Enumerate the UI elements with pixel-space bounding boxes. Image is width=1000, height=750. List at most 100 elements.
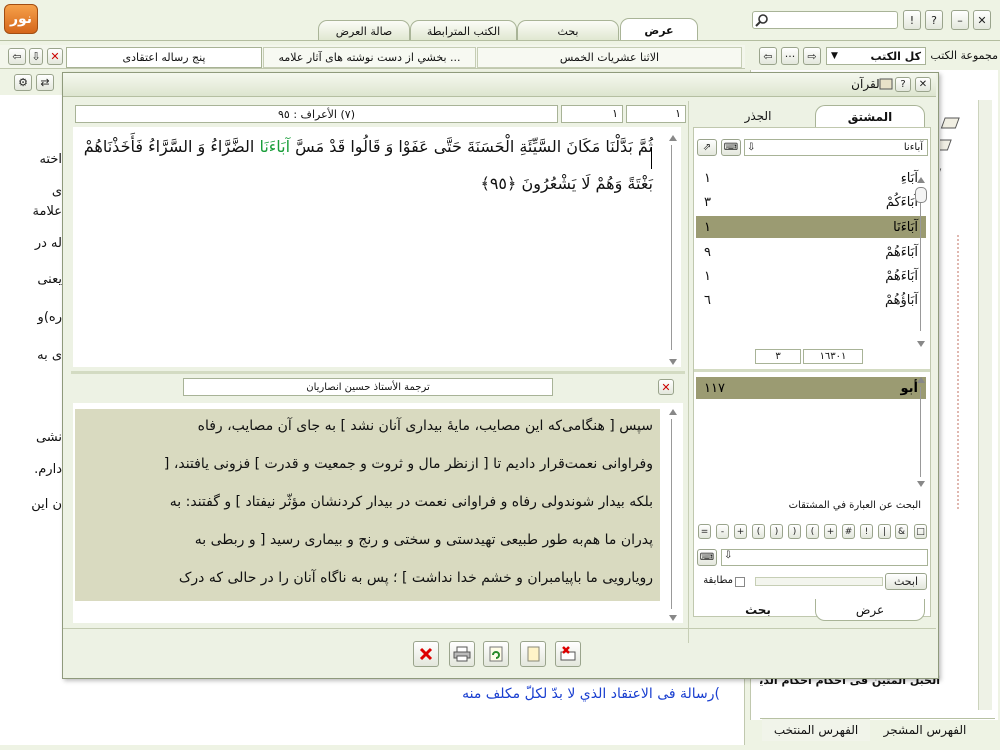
- root-list-scrollbar[interactable]: [915, 377, 927, 487]
- verse-scrollbar[interactable]: [666, 135, 678, 365]
- tab-search[interactable]: بحث: [517, 20, 619, 41]
- close-translation-button[interactable]: ✕: [658, 379, 674, 395]
- word-list-item[interactable]: آبَاءِ ١: [696, 167, 926, 189]
- tab-display[interactable]: عرض: [620, 18, 698, 41]
- doc-line: ی: [51, 184, 62, 199]
- op-hash[interactable]: #: [842, 524, 855, 539]
- tab-display-bottom[interactable]: عرض: [815, 599, 925, 621]
- refresh-button[interactable]: [483, 641, 509, 667]
- collection-select[interactable]: كل الكتب ▼: [826, 47, 926, 65]
- doc-line: یعنی: [37, 272, 62, 287]
- keyboard-icon[interactable]: ⌨: [697, 549, 717, 566]
- book-tab-ithna-ashariyat[interactable]: الاثنا عشريات الخمس: [477, 47, 742, 68]
- download-arrow-icon: ⇩: [747, 142, 756, 153]
- match-label: مطابقة: [703, 575, 733, 586]
- prev-book-button[interactable]: ⇦: [759, 47, 777, 65]
- cancel-button[interactable]: [413, 641, 439, 667]
- remove-icon: [560, 646, 576, 661]
- minimize-button[interactable]: –: [951, 10, 969, 30]
- document-icon: [527, 646, 540, 662]
- verse-line-2: بَغْتَةً وَهُمْ لَا يَشْعُرُونَ ﴿٩٥﴾: [480, 174, 653, 193]
- verse-start-field[interactable]: ١: [561, 105, 623, 123]
- op-open-paren-2[interactable]: (: [752, 524, 765, 539]
- tab-root[interactable]: الجذر: [703, 105, 813, 127]
- book-tab-manuscripts[interactable]: بخشي از دست نوشته هاى آثار علامه ...: [263, 47, 476, 68]
- op-equals[interactable]: =: [698, 524, 711, 539]
- word-list-item[interactable]: آبَاءَهُمْ ١: [696, 265, 926, 287]
- logo-text: نور: [9, 11, 33, 27]
- root-list-item[interactable]: أبو ١١٧: [696, 377, 926, 399]
- tab-gallery[interactable]: صالة العرض: [318, 20, 410, 41]
- doc-line: ن این: [31, 497, 62, 512]
- settings-icon[interactable]: ⚙: [14, 74, 32, 91]
- chevron-down-icon: ▼: [831, 51, 838, 61]
- app-logo[interactable]: نور: [4, 4, 38, 34]
- compare-icon[interactable]: ⇄: [36, 74, 54, 91]
- book-tab-current[interactable]: پنج رساله اعتقادى: [66, 47, 262, 68]
- search-submit-button[interactable]: ابحث: [885, 573, 927, 590]
- word-list-item[interactable]: آبَاءَهُمْ ٩: [696, 241, 926, 263]
- match-checkbox[interactable]: [735, 577, 745, 587]
- pager-total: ١٦٣٠١: [803, 349, 863, 364]
- translation-line: وفراوانی نعمت‌قرار دادیم تا [ از‌نظر مال…: [163, 456, 653, 472]
- phrase-search-input[interactable]: ⇩: [721, 549, 928, 566]
- next-book-button[interactable]: ⇨: [803, 47, 821, 65]
- translation-line: پدران ما هم‌به طور طبیعی تهیدستی و سختی …: [194, 532, 653, 548]
- op-and[interactable]: &: [895, 524, 908, 539]
- refresh-icon: [489, 646, 503, 662]
- tab-related-books[interactable]: الكتب المترابطة: [410, 20, 517, 41]
- verse-end-field[interactable]: ١: [626, 105, 686, 123]
- pane-divider: [694, 369, 930, 372]
- printer-icon: [453, 646, 471, 662]
- copy-button[interactable]: [520, 641, 546, 667]
- word-list-item[interactable]: آبَاؤُهُمْ ٦: [696, 289, 926, 311]
- doc-line: علامة: [32, 204, 62, 219]
- tree-scrollbar[interactable]: [978, 100, 992, 710]
- dialog-help-button[interactable]: ?: [895, 77, 911, 92]
- more-button[interactable]: ···: [781, 47, 799, 65]
- nav-back-arrow-icon[interactable]: ⇦: [8, 48, 26, 65]
- translation-scrollbar[interactable]: [666, 409, 678, 621]
- tab-search-bottom[interactable]: بحث: [703, 599, 813, 621]
- doc-line: ره)و: [37, 310, 62, 325]
- pager-current[interactable]: ٣: [755, 349, 801, 364]
- verse-text-area[interactable]: [73, 127, 681, 367]
- alert-button[interactable]: !: [903, 10, 921, 30]
- op-close-paren[interactable]: ): [788, 524, 801, 539]
- keyboard-icon[interactable]: ⌨: [721, 139, 741, 156]
- op-close-paren-2[interactable]: ): [770, 524, 783, 539]
- export-icon[interactable]: ⇗: [697, 139, 717, 156]
- print-button[interactable]: [449, 641, 475, 667]
- op-plus[interactable]: +: [824, 524, 837, 539]
- op-box[interactable]: □: [914, 524, 927, 539]
- translation-title-field[interactable]: ترجمة الأستاذ حسين انصاريان: [183, 378, 553, 396]
- op-plus-2[interactable]: +: [734, 524, 747, 539]
- dialog-close-button[interactable]: ✕: [915, 77, 931, 92]
- translation-line: بلکه بیدار شوند‌ولی رفاه و فراوانی نعمت …: [169, 494, 653, 510]
- dialog-title: القرآن: [851, 77, 883, 91]
- word-list-item[interactable]: آبَاءَكُمْ ٣: [696, 191, 926, 213]
- close-book-tab-icon[interactable]: ✕: [47, 48, 63, 65]
- global-search-input[interactable]: [752, 11, 898, 29]
- verse-line-1: ثُمَّ بَدَّلْنَا مَكَانَ السَّيِّئَةِ ال…: [83, 137, 653, 156]
- op-not[interactable]: !: [860, 524, 873, 539]
- doc-line: دارم.: [34, 462, 62, 477]
- tab-derived[interactable]: المشتق: [815, 105, 925, 127]
- pane-divider: [71, 371, 685, 374]
- op-or[interactable]: |: [878, 524, 891, 539]
- word-search-input[interactable]: آباءنا ⇩: [744, 139, 928, 156]
- op-open-paren[interactable]: (: [806, 524, 819, 539]
- search-progress-bar: [755, 577, 883, 586]
- tab-selected-index[interactable]: الفهرس المنتخب: [762, 719, 870, 741]
- remove-button[interactable]: [555, 641, 581, 667]
- tab-tree-index[interactable]: الفهرس المشجر: [870, 719, 980, 741]
- download-arrow-icon[interactable]: ⇩: [29, 48, 43, 65]
- phrase-search-label: البحث عن العبارة في المشتقات: [788, 500, 921, 511]
- close-button[interactable]: ✕: [973, 10, 991, 30]
- op-minus[interactable]: -: [716, 524, 729, 539]
- word-list-scrollbar[interactable]: [915, 177, 927, 347]
- quran-dialog: القرآن ✕ ? (٧) الأعراف : ٩٥ ١ ١ ثُمَّ بَ…: [62, 72, 939, 679]
- word-list-item-selected[interactable]: آبَاءَنَا ١: [696, 216, 926, 238]
- surah-info-field[interactable]: (٧) الأعراف : ٩٥: [75, 105, 558, 123]
- help-button[interactable]: ?: [925, 10, 943, 30]
